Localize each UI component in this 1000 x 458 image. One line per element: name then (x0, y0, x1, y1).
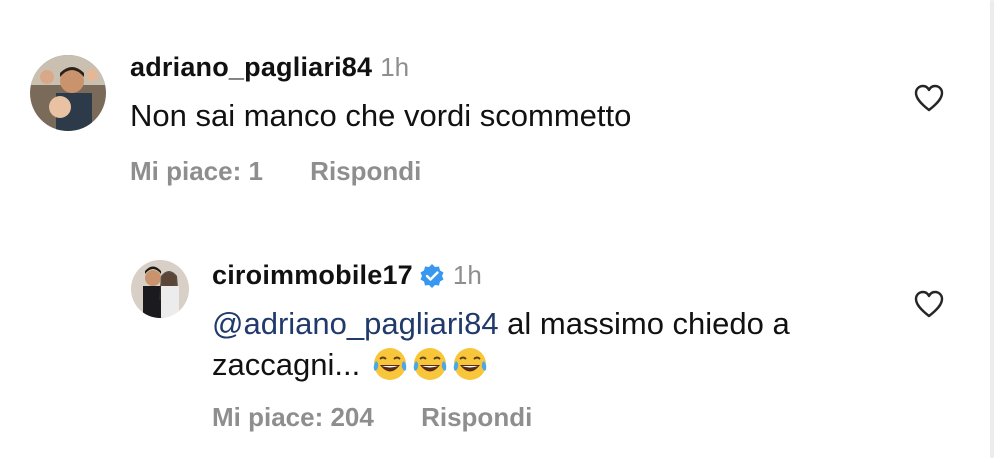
comment-text: al massimo chiedo a (498, 306, 790, 341)
tears-of-joy-emoji-icon (373, 348, 407, 380)
comment-item: adriano_pagliari84 1h Non sai manco che … (0, 0, 1000, 200)
heart-outline-icon[interactable] (914, 84, 944, 112)
verified-badge-icon (420, 263, 444, 288)
heart-outline-icon[interactable] (914, 290, 944, 318)
avatar[interactable] (131, 260, 189, 318)
avatar[interactable] (30, 55, 106, 131)
comment-username[interactable]: adriano_pagliari84 (130, 52, 372, 83)
comment-username[interactable]: ciroimmobile17 (212, 260, 413, 291)
comment-timestamp: 1h (380, 52, 410, 82)
likes-count[interactable]: Mi piace: 1 (130, 156, 263, 187)
reply-comment-item: ciroimmobile17 1h @adriano_pagliari84 al… (0, 240, 1000, 458)
mention-link[interactable]: @adriano_pagliari84 (212, 306, 499, 341)
reply-button[interactable]: Rispondi (421, 402, 532, 433)
likes-count[interactable]: Mi piace: 204 (212, 402, 374, 433)
comment-timestamp: 1h (452, 260, 482, 290)
comment-text-line2: zaccagni... (212, 347, 361, 382)
tears-of-joy-emoji-icon (413, 348, 447, 380)
reply-button[interactable]: Rispondi (310, 156, 421, 187)
comment-text: Non sai manco che vordi scommetto (130, 98, 632, 133)
tears-of-joy-emoji-icon (453, 348, 487, 380)
